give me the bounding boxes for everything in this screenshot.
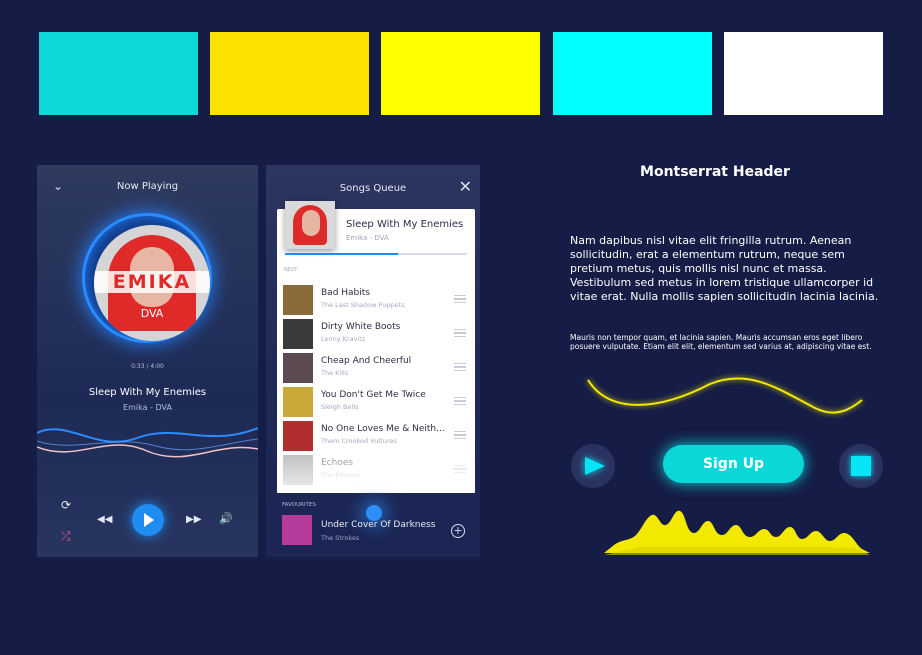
queue-item-title: Bad Habits xyxy=(321,288,370,298)
songs-queue-screen: Songs Queue ✕ Sleep With My Enemies Emik… xyxy=(266,165,480,557)
list-fade xyxy=(277,453,475,493)
sign-up-button[interactable]: Sign Up xyxy=(663,445,804,483)
waveform xyxy=(37,427,258,458)
yellow-equalizer xyxy=(604,510,870,555)
swatch-cyan xyxy=(39,32,198,115)
queue-item-art xyxy=(283,387,313,417)
current-progress-bar[interactable] xyxy=(285,253,467,255)
queue-item-artist: Sleigh Bells xyxy=(321,403,359,411)
queue-item-artist: Lenny Kravitz xyxy=(321,335,366,343)
drag-handle-icon[interactable] xyxy=(454,397,466,405)
queue-item[interactable]: No One Loves Me & Neith... Them Crooked V… xyxy=(283,421,469,451)
current-progress-fill xyxy=(285,253,398,255)
queue-item[interactable]: Dirty White Boots Lenny Kravitz xyxy=(283,319,469,349)
drag-handle-icon[interactable] xyxy=(454,431,466,439)
panel-header: Montserrat Header xyxy=(640,164,790,180)
drag-handle-icon[interactable] xyxy=(454,363,466,371)
close-icon[interactable]: ✕ xyxy=(459,177,472,196)
yellow-wave-line xyxy=(587,377,863,414)
queue-item-art xyxy=(283,353,313,383)
volume-icon[interactable]: 🔊 xyxy=(219,512,233,525)
now-playing-screen: ⌄ Now Playing EMIKA DVA 0:33 / 4:00 Slee… xyxy=(37,165,258,557)
stop-icon xyxy=(851,456,871,476)
queue-item-art xyxy=(283,421,313,451)
queue-sheet: Sleep With My Enemies Emika - DVA NEXT: … xyxy=(277,201,475,493)
play-icon xyxy=(144,513,154,527)
queue-item[interactable]: Cheap And Cheerful The Kills xyxy=(283,353,469,383)
current-track-title: Sleep With My Enemies xyxy=(346,219,464,230)
favourites-label: FAVOURITES xyxy=(282,502,316,508)
current-track[interactable]: Sleep With My Enemies Emika - DVA xyxy=(277,201,475,255)
favourite-album-art xyxy=(282,515,312,545)
rewind-icon[interactable]: ◀◀ xyxy=(97,514,112,525)
swatch-aqua xyxy=(553,32,712,115)
album-band-name: EMIKA xyxy=(112,271,192,293)
fast-forward-icon[interactable]: ▶▶ xyxy=(186,514,201,525)
now-playing-title: Now Playing xyxy=(116,181,179,192)
queue-item-art xyxy=(283,285,313,315)
album-art: EMIKA DVA xyxy=(94,225,210,341)
queue-item[interactable]: Bad Habits The Last Shadow Puppets xyxy=(283,285,469,315)
next-label: NEXT: xyxy=(284,267,299,273)
album-subtitle: DVA xyxy=(140,307,164,320)
glow-indicator xyxy=(366,505,382,521)
drag-handle-icon[interactable] xyxy=(454,329,466,337)
stop-button[interactable] xyxy=(839,444,883,488)
queue-item[interactable]: You Don't Get Me Twice Sleigh Bells xyxy=(283,387,469,417)
queue-item-artist: The Kills xyxy=(321,369,349,377)
swatch-gold xyxy=(210,32,369,115)
play-button[interactable] xyxy=(132,504,164,536)
drag-handle-icon[interactable] xyxy=(454,295,466,303)
body-paragraph: Nam dapibus nisl vitae elit fringilla ru… xyxy=(570,234,879,303)
add-icon[interactable]: + xyxy=(451,524,465,538)
queue-item-title: Cheap And Cheerful xyxy=(321,356,412,366)
favourite-title[interactable]: Under Cover Of Darkness xyxy=(321,520,435,530)
shuffle-icon[interactable]: ⤮ xyxy=(61,529,71,544)
play-button-alt[interactable] xyxy=(571,444,615,488)
current-album-art xyxy=(285,201,335,249)
queue-item-title: No One Loves Me & Neith... xyxy=(321,424,445,434)
queue-item-title: You Don't Get Me Twice xyxy=(321,390,426,400)
favourite-artist: The Strokes xyxy=(321,534,360,542)
play-icon xyxy=(585,457,605,475)
repeat-icon[interactable]: ⟳ xyxy=(61,498,71,512)
swatch-yellow xyxy=(381,32,540,115)
track-artist: Emika - DVA xyxy=(123,403,172,412)
queue-item-art xyxy=(283,319,313,349)
track-title: Sleep With My Enemies xyxy=(88,387,207,398)
small-paragraph: Mauris non tempor quam, et lacinia sapie… xyxy=(570,333,872,351)
current-track-artist: Emika - DVA xyxy=(346,234,389,242)
queue-item-artist: Them Crooked Vultures xyxy=(321,437,397,445)
queue-item-artist: The Last Shadow Puppets xyxy=(321,301,405,309)
track-time: 0:33 / 4:00 xyxy=(131,363,164,370)
swatch-white xyxy=(724,32,883,115)
queue-title: Songs Queue xyxy=(339,183,407,194)
queue-item-title: Dirty White Boots xyxy=(321,322,401,332)
